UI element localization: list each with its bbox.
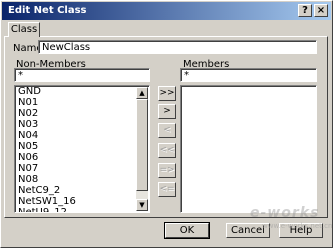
remove-all-button[interactable]: << [158, 143, 176, 158]
remove-button[interactable]: < [158, 123, 176, 138]
list-item[interactable]: N06 [15, 152, 149, 163]
title-bar[interactable]: Edit Net Class ? × [2, 2, 331, 20]
list-item[interactable]: NetSW1_16 [15, 196, 149, 207]
list-item[interactable]: NetC9_2 [15, 185, 149, 196]
list-item[interactable]: N02 [15, 108, 149, 119]
tab-class[interactable]: Class [8, 22, 40, 37]
watermark-url: www.e-works.net.cn [262, 222, 333, 230]
list-item[interactable]: N04 [15, 130, 149, 141]
members-filter-input[interactable]: * [180, 68, 317, 82]
list-item[interactable]: NetU9_12 [15, 207, 149, 212]
scroll-down-arrow-icon[interactable]: ▼ [136, 199, 148, 211]
list-item[interactable]: N08 [15, 174, 149, 185]
name-input[interactable]: NewClass [38, 40, 317, 54]
scroll-thumb[interactable] [136, 99, 148, 191]
add-all-button[interactable]: >> [158, 86, 176, 101]
list-item[interactable]: N01 [15, 97, 149, 108]
help-title-button[interactable]: ? [298, 4, 312, 17]
non-members-list[interactable]: GND N01 N02 N03 N04 N05 N06 N07 N08 NetC9_2 NetSW1… [14, 85, 150, 213]
watermark-logo: e-works [250, 205, 320, 221]
members-list[interactable] [180, 85, 317, 213]
non-members-items: GND N01 N02 N03 N04 N05 N06 N07 N08 NetC9_2 NetSW1… [15, 86, 149, 212]
window-title: Edit Net Class [8, 5, 87, 16]
ok-button[interactable]: OK [164, 222, 210, 239]
list-item[interactable]: N03 [15, 119, 149, 130]
disabled-move-button-1[interactable]: => [158, 163, 176, 178]
add-button[interactable]: > [158, 104, 176, 119]
non-members-scrollbar[interactable]: ▲ ▼ [136, 87, 148, 211]
close-title-button[interactable]: × [314, 4, 328, 17]
list-item[interactable]: N05 [15, 141, 149, 152]
scroll-up-arrow-icon[interactable]: ▲ [136, 87, 148, 99]
disabled-move-button-2[interactable]: <= [158, 182, 176, 197]
list-item[interactable]: GND [15, 86, 149, 97]
list-item[interactable]: N07 [15, 163, 149, 174]
non-members-filter-input[interactable]: * [14, 68, 150, 82]
